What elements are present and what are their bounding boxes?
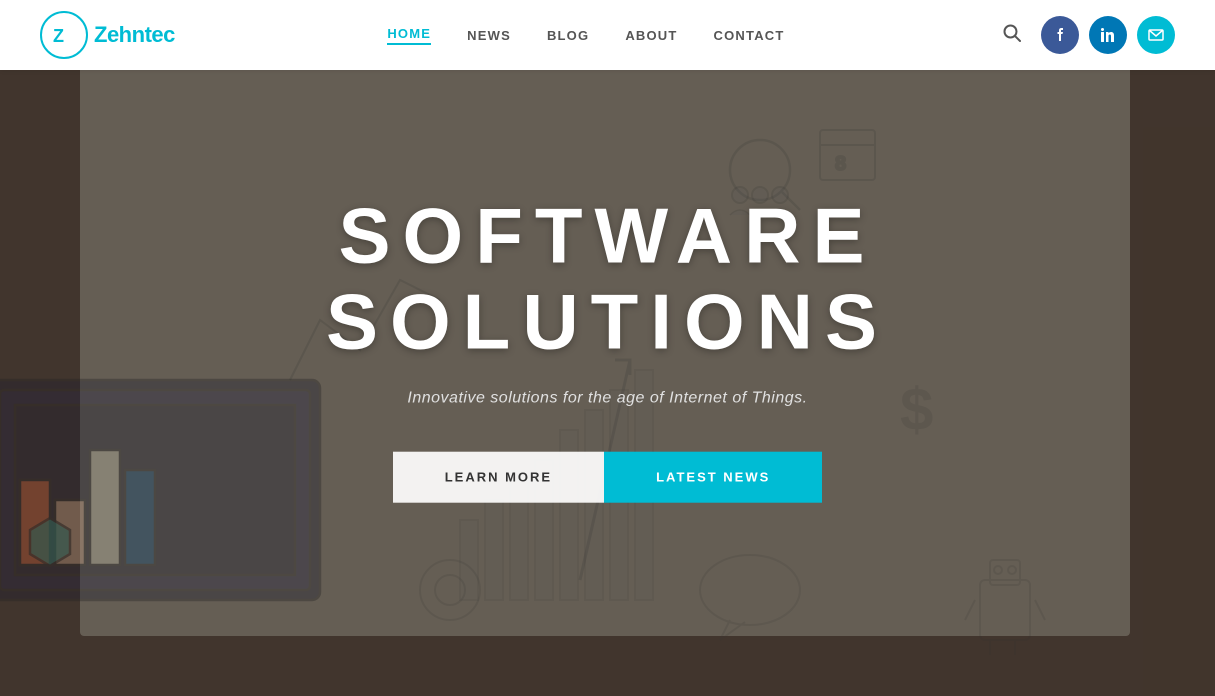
logo-circle: Z — [40, 11, 88, 59]
nav-item-about[interactable]: ABOUT — [625, 28, 677, 43]
email-icon — [1148, 27, 1164, 43]
logo-text-part1: Zehn — [94, 22, 145, 47]
hero-content: SOFTWARE SOLUTIONS Innovative solutions … — [122, 194, 1094, 503]
nav-item-home[interactable]: HOME — [387, 26, 431, 45]
hero-section: $ 8 — [0, 0, 1215, 696]
search-icon — [1003, 24, 1021, 42]
linkedin-icon — [1100, 27, 1116, 43]
facebook-icon — [1052, 27, 1068, 43]
header: Z Zehntec HOME NEWS BLOG ABOUT CONTACT — [0, 0, 1215, 70]
logo[interactable]: Z Zehntec — [40, 11, 175, 59]
search-button[interactable] — [997, 18, 1027, 53]
learn-more-button[interactable]: LEARN MORE — [393, 451, 604, 502]
svg-text:Z: Z — [53, 26, 64, 46]
logo-text: Zehntec — [94, 22, 175, 48]
svg-text:8: 8 — [835, 153, 846, 175]
hero-subtitle: Innovative solutions for the age of Inte… — [122, 389, 1094, 407]
linkedin-button[interactable] — [1089, 16, 1127, 54]
nav-item-blog[interactable]: BLOG — [547, 28, 589, 43]
logo-text-part2: tec — [145, 22, 175, 47]
facebook-button[interactable] — [1041, 16, 1079, 54]
email-button[interactable] — [1137, 16, 1175, 54]
nav-item-contact[interactable]: CONTACT — [714, 28, 785, 43]
latest-news-button[interactable]: LATEST NEWS — [604, 451, 822, 502]
hero-buttons: LEARN MORE LATEST NEWS — [122, 451, 1094, 502]
hero-title: SOFTWARE SOLUTIONS — [122, 194, 1094, 366]
logo-icon: Z — [48, 19, 80, 51]
main-nav: HOME NEWS BLOG ABOUT CONTACT — [387, 26, 784, 45]
header-right — [997, 16, 1175, 54]
nav-item-news[interactable]: NEWS — [467, 28, 511, 43]
